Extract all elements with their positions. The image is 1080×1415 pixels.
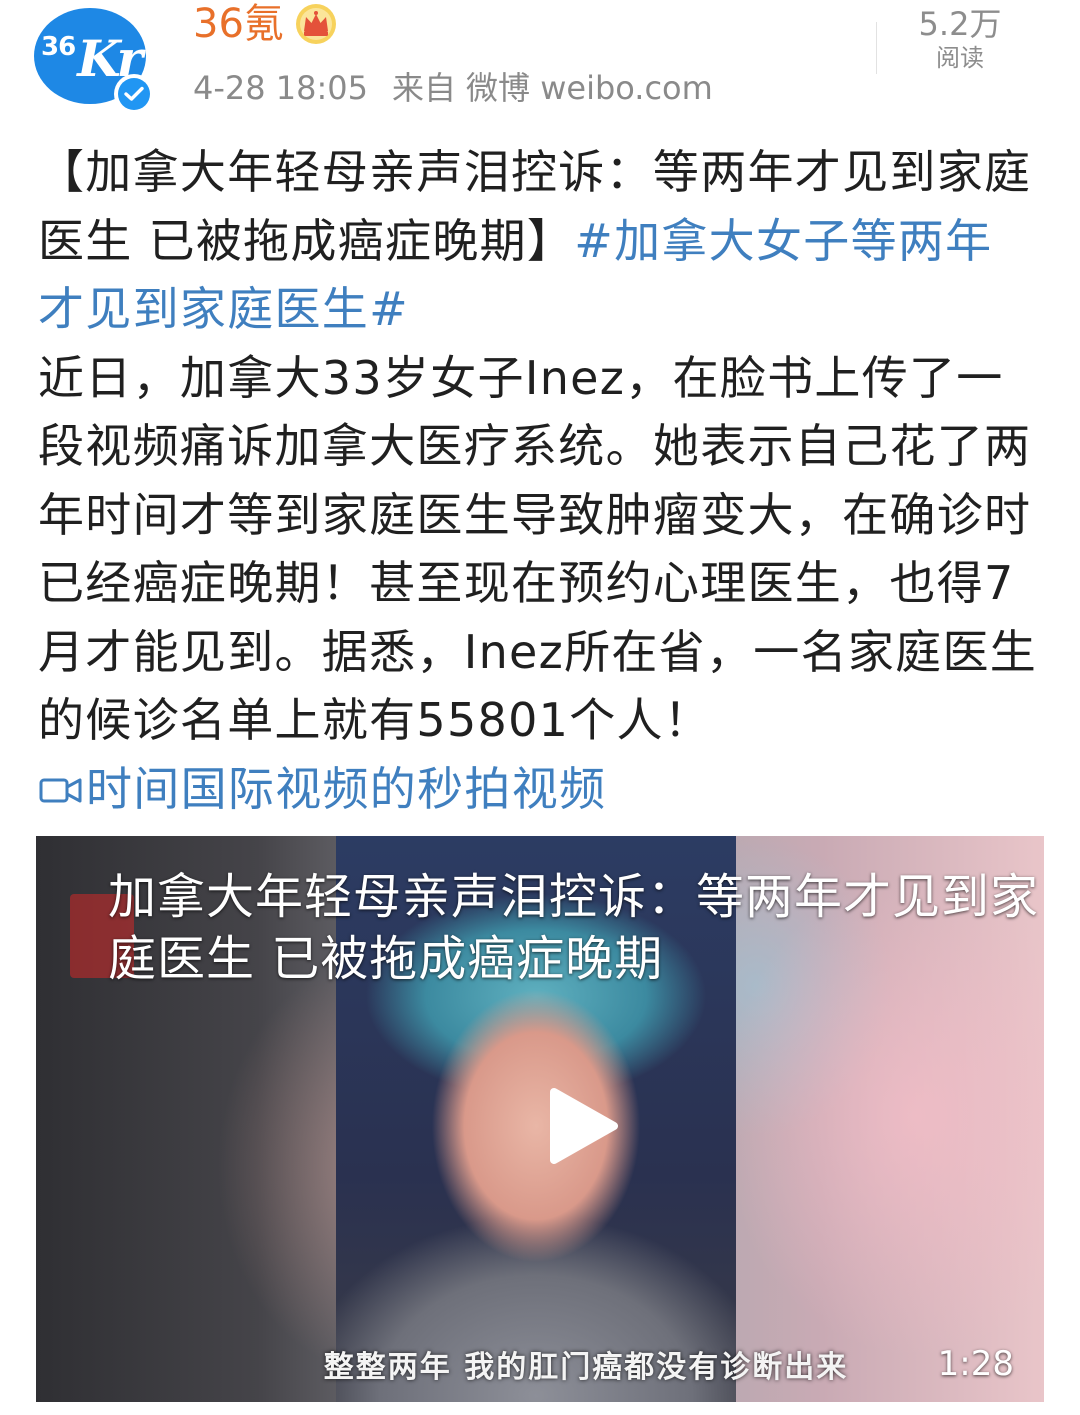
read-count-label: 阅读 [936,44,984,72]
read-count: 5.2万 阅读 [900,4,1020,72]
video-source-link[interactable]: 时间国际视频的秒拍视频 [38,762,606,816]
post-source-label: 来自 [392,69,457,107]
avatar-logo-number: 36 [41,32,76,62]
verified-icon [114,74,154,114]
post-source-name[interactable]: 微博 weibo.com [466,66,713,110]
post-text: 【加拿大年轻母亲声泪控诉：等两年才见到家庭医生 已被拖成癌症晚期】#加拿大女子等… [38,138,1038,823]
video-source-link-label[interactable]: 时间国际视频的秒拍视频 [86,762,606,816]
video-camera-icon [38,757,84,802]
crown-icon [294,2,338,46]
header-divider [876,22,877,74]
play-icon[interactable] [540,1086,620,1166]
post-timestamp: 4-28 18:05 [193,69,369,107]
post-body: 近日，加拿大33岁女子Inez，在脸书上传了一段视频痛诉加拿大医疗系统。她表示自… [38,350,1038,748]
video-subtitle: 整整两年 我的肛门癌都没有诊断出来 [323,1350,849,1385]
post-source: 来自 微博 weibo.com [392,66,713,110]
author-name[interactable]: 36氪 [193,0,284,48]
post-meta: 4-28 18:05 来自 微博 weibo.com [193,66,713,110]
read-count-value: 5.2万 [918,5,1002,43]
video-title: 加拿大年轻母亲声泪控诉：等两年才见到家庭医生 已被拖成癌症晚期 [108,869,1040,987]
author-name-row[interactable]: 36氪 [193,0,338,48]
video-player[interactable]: 加拿大年轻母亲声泪控诉：等两年才见到家庭医生 已被拖成癌症晚期 整整两年 我的肛… [36,836,1044,1402]
weibo-post: 36 Kr 36氪 4-28 18:05 来自 微博 weibo.com 5.2… [0,0,1080,1415]
avatar[interactable]: 36 Kr [34,8,154,114]
video-duration: 1:28 [937,1344,1014,1384]
